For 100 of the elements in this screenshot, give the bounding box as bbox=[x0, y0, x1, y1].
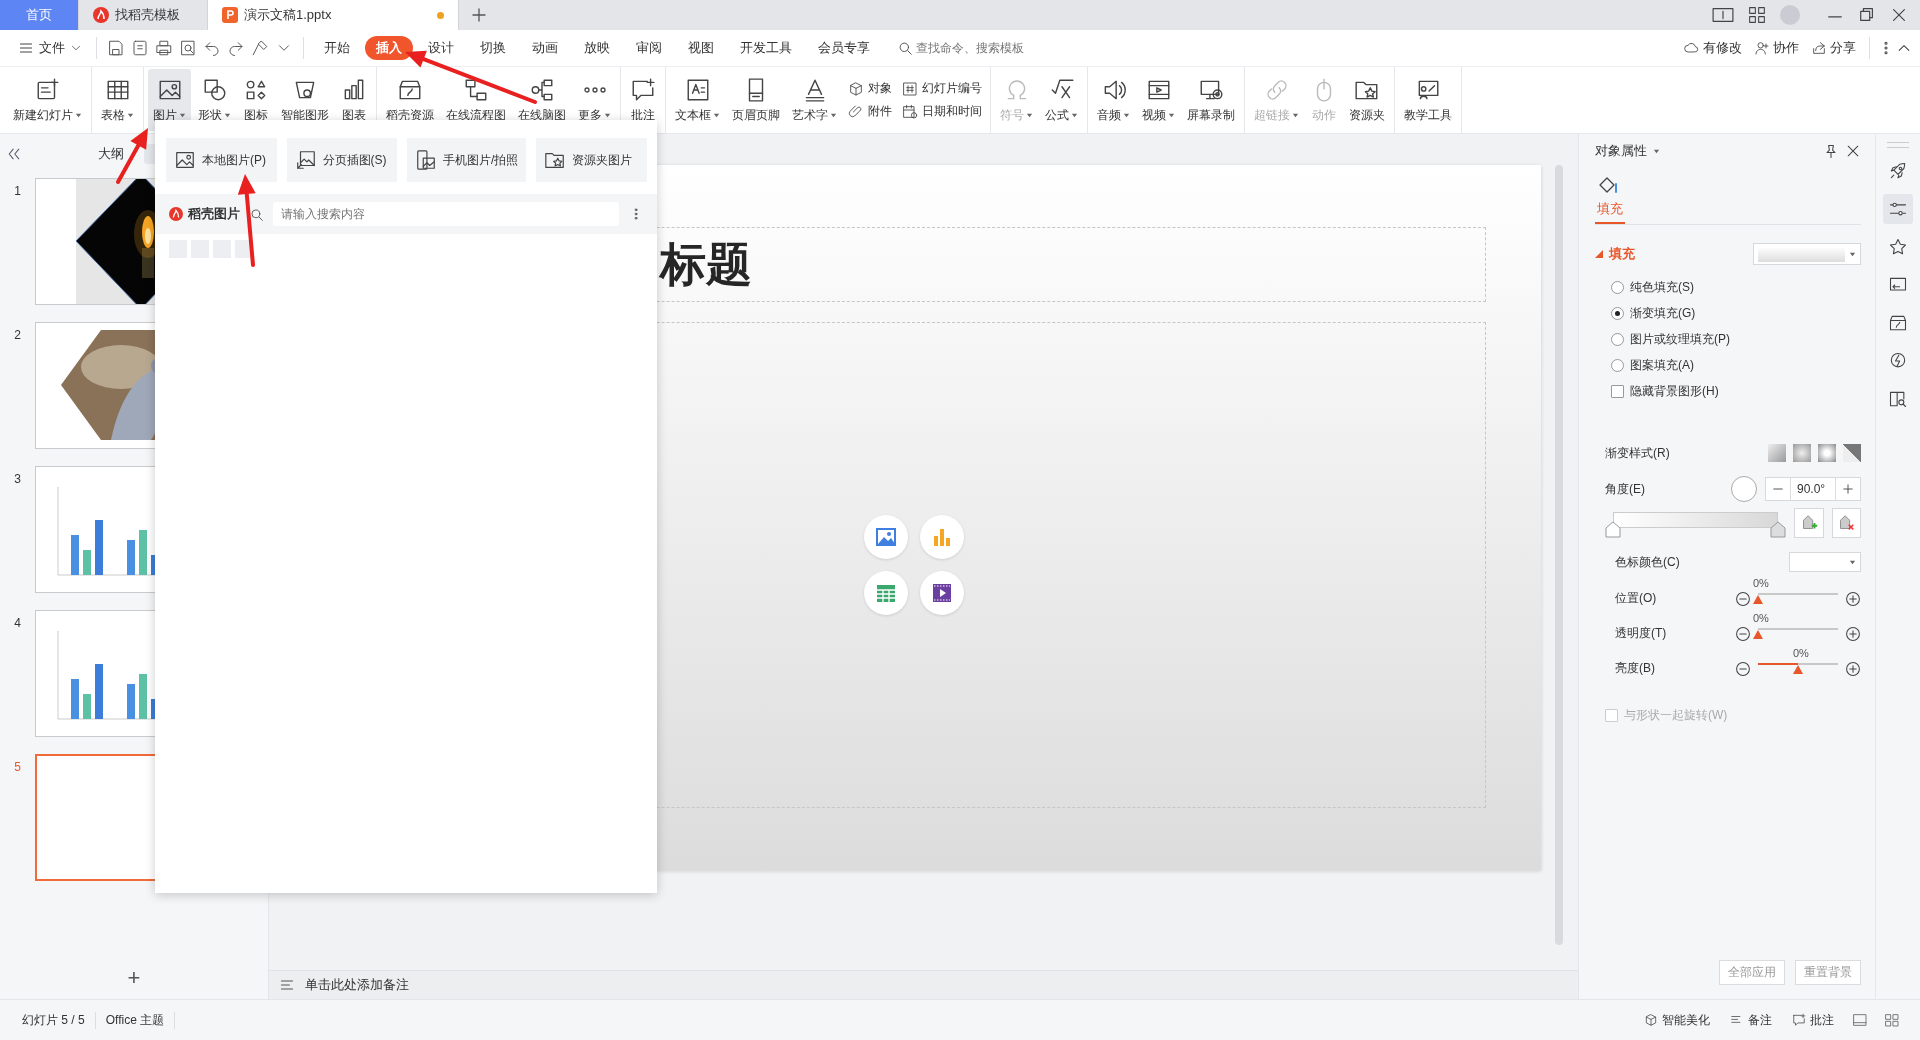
insert-button[interactable] bbox=[863, 515, 908, 559]
radio-button[interactable] bbox=[1611, 281, 1624, 294]
color-stop-icon[interactable] bbox=[1770, 520, 1787, 538]
format-brush-icon[interactable] bbox=[251, 39, 269, 57]
ribbon-button[interactable]: 视频 bbox=[1137, 69, 1180, 131]
toolbar-button[interactable]: 有修改 bbox=[1679, 39, 1747, 57]
reading-view-icon[interactable] bbox=[1712, 6, 1734, 24]
remove-stop-button[interactable] bbox=[1831, 508, 1861, 538]
ribbon-tab[interactable]: 放映 bbox=[573, 36, 621, 60]
ribbon-button[interactable]: 公式 bbox=[1040, 69, 1083, 131]
ribbon-button[interactable]: 图表 bbox=[336, 69, 372, 131]
ribbon-button[interactable]: 在线流程图 bbox=[441, 69, 511, 131]
gradient-style-option[interactable] bbox=[1843, 444, 1861, 462]
book-search-icon[interactable] bbox=[1888, 389, 1908, 409]
gradient-style-option[interactable] bbox=[1793, 444, 1811, 462]
ribbon-tab[interactable]: 会员专享 bbox=[807, 36, 881, 60]
menu-button[interactable]: 手机图片/拍照 bbox=[407, 138, 527, 182]
toolbar-button[interactable]: 分享 bbox=[1806, 39, 1861, 57]
add-slide-button[interactable]: + bbox=[121, 965, 147, 991]
ribbon-button[interactable]: 文本框 bbox=[670, 69, 725, 131]
close-icon[interactable] bbox=[1890, 6, 1908, 24]
ribbon-button[interactable]: 音频 bbox=[1092, 69, 1135, 131]
print-preview-icon[interactable] bbox=[179, 39, 197, 57]
menu-button[interactable]: 分页插图(S) bbox=[286, 138, 398, 182]
search-field[interactable]: 查找命令、搜索模板 bbox=[916, 41, 1046, 55]
drag-handle[interactable] bbox=[1887, 142, 1909, 148]
ribbon-button[interactable]: 图标 bbox=[238, 69, 274, 131]
pin-icon[interactable] bbox=[1823, 143, 1839, 159]
notes-bar[interactable]: 单击此处添加备注 bbox=[269, 970, 1578, 999]
ribbon-button[interactable]: 形状 bbox=[193, 69, 236, 131]
expanded-triangle-icon[interactable] bbox=[1595, 250, 1603, 258]
checkbox[interactable] bbox=[1611, 385, 1624, 398]
ribbon-button[interactable]: 更多 bbox=[573, 69, 616, 131]
sorter-view-icon[interactable] bbox=[1884, 1012, 1900, 1028]
ribbon-button[interactable]: 稻壳资源 bbox=[381, 69, 439, 131]
insert-button[interactable] bbox=[919, 571, 964, 615]
redo-icon[interactable] bbox=[227, 39, 245, 57]
ribbon-tab[interactable]: 开始 bbox=[313, 36, 361, 60]
ribbon-button[interactable]: 资源夹 bbox=[1344, 69, 1390, 131]
status-button[interactable]: 智能美化 bbox=[1634, 1011, 1720, 1029]
panel-title[interactable]: 对象属性 bbox=[1595, 142, 1647, 160]
gradient-style-option[interactable] bbox=[1818, 444, 1836, 462]
normal-view-icon[interactable] bbox=[1852, 1012, 1868, 1028]
grid-icon[interactable] bbox=[1748, 6, 1766, 24]
ribbon-tab[interactable]: 视图 bbox=[677, 36, 725, 60]
ribbon-button[interactable]: 批注 bbox=[625, 69, 661, 131]
angle-dial[interactable] bbox=[1731, 476, 1757, 502]
slider-thumb[interactable] bbox=[1753, 630, 1763, 639]
plus-icon[interactable] bbox=[1841, 482, 1855, 496]
new-tab-icon[interactable] bbox=[471, 7, 487, 23]
ribbon-button[interactable]: 页眉页脚 bbox=[727, 69, 785, 131]
search-field[interactable]: 请输入搜索内容 bbox=[273, 202, 619, 226]
minus-circle-icon[interactable] bbox=[1735, 625, 1751, 642]
restore-icon[interactable] bbox=[1858, 6, 1876, 24]
color-stop-icon[interactable] bbox=[1605, 520, 1621, 538]
minus-circle-icon[interactable] bbox=[1735, 660, 1751, 677]
star-icon[interactable] bbox=[1888, 237, 1908, 257]
file-menu[interactable]: 文件 bbox=[12, 39, 88, 57]
save-icon[interactable] bbox=[107, 39, 125, 57]
ribbon-button[interactable]: 在线脑图 bbox=[513, 69, 571, 131]
ribbon-button[interactable]: 教学工具 bbox=[1399, 69, 1457, 131]
menu-button[interactable]: 本地图片(P) bbox=[166, 138, 277, 182]
ribbon-button[interactable]: 屏幕录制 bbox=[1182, 69, 1240, 131]
close-icon[interactable] bbox=[1845, 143, 1861, 159]
ribbon-tab[interactable]: 切换 bbox=[469, 36, 517, 60]
scrollbar[interactable] bbox=[1555, 165, 1563, 945]
panel-tab[interactable]: 大纲 bbox=[90, 142, 132, 166]
gradient-style-option[interactable] bbox=[1768, 444, 1786, 462]
add-stop-button[interactable] bbox=[1794, 508, 1824, 538]
ribbon-tab[interactable]: 审阅 bbox=[625, 36, 673, 60]
plus-circle-icon[interactable] bbox=[1845, 660, 1861, 677]
status-button[interactable]: 备注 bbox=[1720, 1011, 1782, 1029]
ribbon-button[interactable]: 附件 bbox=[848, 103, 892, 120]
shop-icon[interactable] bbox=[1888, 313, 1908, 333]
collapse-panel-icon[interactable] bbox=[6, 146, 22, 162]
angle-stepper[interactable]: 90.0° bbox=[1765, 477, 1861, 501]
ribbon-button[interactable]: 艺术字 bbox=[787, 69, 842, 131]
radio-button[interactable] bbox=[1611, 307, 1624, 320]
plus-circle-icon[interactable] bbox=[1845, 625, 1861, 642]
ribbon-button[interactable]: 日期和时间 bbox=[902, 103, 982, 120]
toolbar-button[interactable]: 协作 bbox=[1749, 39, 1804, 57]
print-icon[interactable] bbox=[155, 39, 173, 57]
ribbon-button[interactable]: 表格 bbox=[96, 69, 139, 131]
plus-circle-icon[interactable] bbox=[1845, 590, 1861, 607]
menu-button[interactable]: 资源夹图片 bbox=[536, 138, 647, 182]
status-button[interactable]: 批注 bbox=[1782, 1011, 1844, 1029]
export-icon[interactable] bbox=[131, 39, 149, 57]
ribbon-tab[interactable]: 开发工具 bbox=[729, 36, 803, 60]
ribbon-tab[interactable]: 动画 bbox=[521, 36, 569, 60]
ribbon-button[interactable]: 对象 bbox=[848, 80, 892, 97]
ribbon-tab[interactable]: 设计 bbox=[417, 36, 465, 60]
undo-icon[interactable] bbox=[203, 39, 221, 57]
ribbon-button[interactable]: 新建幻灯片 bbox=[8, 69, 87, 131]
radio-button[interactable] bbox=[1611, 333, 1624, 346]
window-tab[interactable]: 演示文稿1.pptx bbox=[208, 0, 459, 30]
radio-button[interactable] bbox=[1611, 359, 1624, 372]
ribbon-button[interactable]: 幻灯片编号 bbox=[902, 80, 982, 97]
rocket-icon[interactable] bbox=[1888, 161, 1908, 181]
color-dropdown[interactable] bbox=[1789, 552, 1861, 572]
slider-thumb[interactable] bbox=[1753, 595, 1763, 604]
